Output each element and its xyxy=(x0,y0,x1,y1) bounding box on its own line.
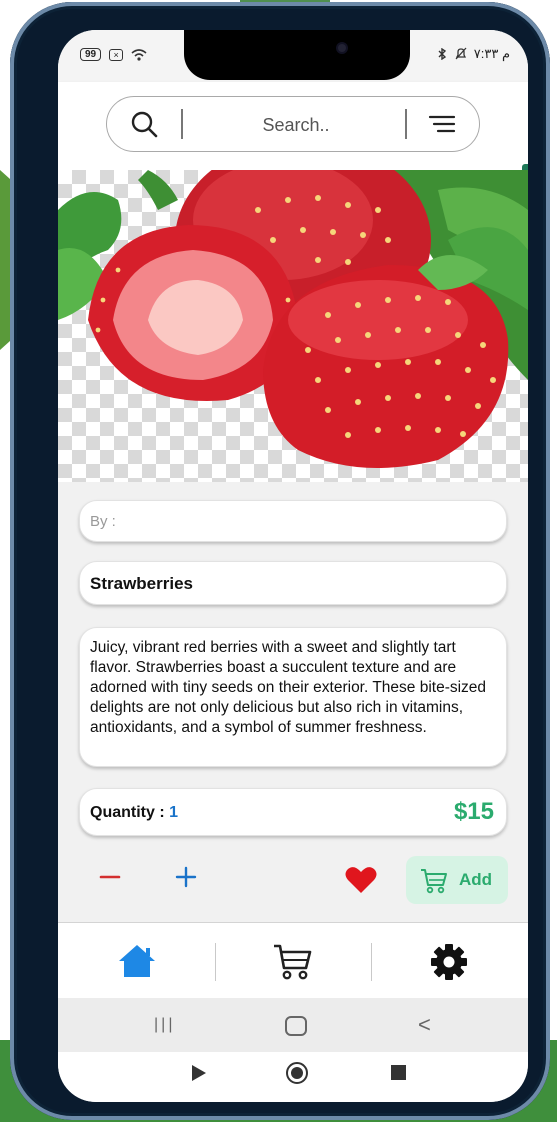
battery-icon: 99 xyxy=(80,48,102,61)
phone-frame: 99 × م ٧:٣٣ Search.. By: Strawberries J… xyxy=(10,2,550,1120)
home-button[interactable] xyxy=(285,1016,307,1036)
wifi-icon xyxy=(131,48,147,61)
status-icons-right: م ٧:٣٣ xyxy=(436,46,510,62)
product-image xyxy=(58,170,528,482)
phone-screen: 99 × م ٧:٣٣ Search.. By: Strawberries J… xyxy=(58,30,528,1102)
bluetooth-icon xyxy=(438,48,446,60)
quantity-display: Quantity : 1 xyxy=(90,804,178,822)
product-description-field: Juicy, vibrant red berries with a sweet … xyxy=(79,627,507,767)
notification-icon: × xyxy=(109,48,124,61)
search-divider xyxy=(405,109,407,139)
settings-gear-icon[interactable] xyxy=(430,943,468,981)
mute-bell-icon xyxy=(455,47,467,60)
record-icon[interactable] xyxy=(286,1062,308,1084)
decrease-quantity-button[interactable] xyxy=(98,865,122,889)
status-bar: 99 × م ٧:٣٣ xyxy=(58,30,528,82)
product-description: Juicy, vibrant red berries with a sweet … xyxy=(90,639,487,736)
bottom-navigation xyxy=(58,922,528,999)
search-bar xyxy=(106,96,480,152)
favorite-heart-icon[interactable] xyxy=(345,866,377,894)
nav-divider xyxy=(215,943,216,981)
clock: م ٧:٣٣ xyxy=(473,46,510,61)
product-name-field: Strawberries xyxy=(79,561,507,605)
quantity-label: Quantity : xyxy=(90,804,170,821)
app-header xyxy=(58,82,528,228)
strawberries-photo-icon xyxy=(58,170,528,468)
product-price: $15 xyxy=(453,798,494,825)
seller-label: By : xyxy=(90,513,116,530)
cart-icon[interactable] xyxy=(272,943,312,981)
quantity-price-row: Quantity : 1 $15 xyxy=(79,788,507,836)
nav-divider xyxy=(371,943,372,981)
camera-notch xyxy=(184,30,410,80)
filter-menu-icon[interactable] xyxy=(427,111,457,137)
product-name: Strawberries xyxy=(90,574,193,593)
search-divider xyxy=(181,109,183,139)
front-camera xyxy=(338,44,346,52)
add-button-label: Add xyxy=(459,870,493,889)
stop-icon[interactable] xyxy=(391,1065,406,1080)
search-icon[interactable] xyxy=(129,110,161,140)
seller-field: By : xyxy=(79,500,507,542)
increase-quantity-button[interactable] xyxy=(174,865,198,889)
home-icon[interactable] xyxy=(118,943,156,979)
add-to-cart-button[interactable]: Add xyxy=(406,856,508,904)
emulator-controls xyxy=(58,1052,528,1102)
back-button[interactable]: < xyxy=(418,1012,431,1038)
play-icon[interactable] xyxy=(192,1065,206,1081)
status-icons-left: 99 × xyxy=(80,48,147,61)
quantity-value: 1 xyxy=(169,804,179,821)
cart-icon xyxy=(421,869,447,894)
system-navigation-bar: ||| < xyxy=(58,998,528,1052)
search-input[interactable] xyxy=(187,111,405,139)
recent-apps-button[interactable]: ||| xyxy=(154,1016,175,1034)
